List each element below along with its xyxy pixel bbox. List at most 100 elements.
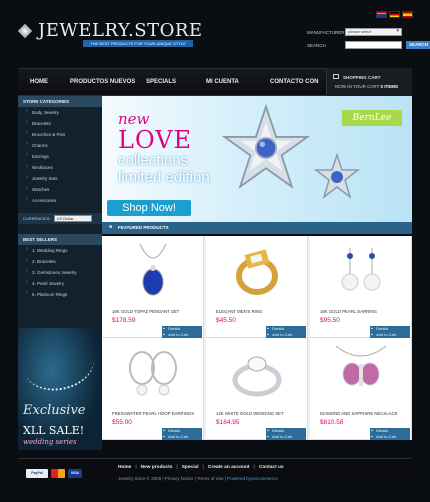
category-item[interactable]: Bracelets (18, 118, 102, 129)
add-to-cart-button[interactable]: Add to Cart (266, 434, 306, 440)
product-card[interactable]: 18K GOLD TOPAZ PENDANT SET $178.59 Detai… (102, 236, 204, 338)
product-name[interactable]: 14K WHITE GOLD WEDDING SET (216, 411, 284, 416)
product-name[interactable]: 18K GOLD TOPAZ PENDANT SET (112, 309, 179, 314)
promo-sub: wedding series (23, 438, 77, 446)
pendant-image (139, 243, 167, 296)
english-flag-icon[interactable] (376, 11, 387, 18)
add-to-cart-button[interactable]: Add to Cart (162, 434, 202, 440)
category-item[interactable]: Charms (18, 140, 102, 151)
mastercard-icon (51, 469, 65, 478)
search-button[interactable]: SEARCH (406, 41, 430, 49)
brand-logo: BernLee (342, 110, 402, 126)
language-flags (376, 11, 413, 18)
add-to-cart-button[interactable]: Add to Cart (370, 434, 410, 440)
nav-specials[interactable]: SPECIALS (146, 79, 176, 85)
hero-banner[interactable]: new LOVE collections limited edition Sho… (102, 96, 412, 222)
product-price: $810.58 (320, 419, 344, 426)
product-card[interactable]: 18K GOLD PEARL EARRING $95.50 Details Ad… (310, 236, 412, 338)
banner-collections: collections (118, 152, 189, 169)
bestseller-item[interactable]: 5. Platinum Rings (18, 289, 102, 300)
bestsellers-title: BEST SELLERS (18, 234, 102, 245)
product-price: $184.95 (216, 419, 240, 426)
left-sidebar: STORE CATEGORIES Body Jewelry Bracelets … (18, 96, 102, 450)
search-input[interactable] (345, 41, 402, 49)
logo-text: JEWELRY.STORE (38, 20, 203, 41)
wedding-set-image (232, 356, 282, 397)
category-item[interactable]: Accessories (18, 195, 102, 206)
nav-new-products[interactable]: PRODUCTOS NUEVOS (70, 79, 135, 85)
product-name[interactable]: 18K GOLD PEARL EARRING (320, 309, 377, 314)
category-item[interactable]: Body Jewelry (18, 107, 102, 118)
search-label: SEARCH (307, 42, 326, 48)
butterfly-necklace-image (335, 345, 387, 386)
product-name[interactable]: FRESHWATER PEARL HOOP EARRINGS (112, 411, 194, 416)
paypal-icon: PayPal (26, 469, 48, 478)
pearl-earring-image (341, 248, 381, 291)
product-price: $55.00 (112, 419, 132, 426)
category-item[interactable]: Necklaces (18, 162, 102, 173)
shopping-cart[interactable]: SHOPPING CART NOW IN YOUR CART 0 ITEMS (326, 68, 412, 96)
currencies-row: CURRENCIES: US Dollar (18, 213, 102, 224)
search-row: SEARCH SEARCH (307, 41, 430, 49)
nav-account[interactable]: MI CUENTA (206, 79, 239, 85)
categories-title: STORE CATEGORIES (18, 96, 102, 107)
hoop-earrings-image (129, 351, 177, 396)
footer-link-create-account[interactable]: Create an account (208, 465, 250, 470)
footer-link-special[interactable]: Special (182, 465, 199, 470)
logo[interactable]: JEWELRY.STORE (17, 20, 203, 41)
visa-icon: VISA (68, 469, 82, 478)
category-item[interactable]: Earrings (18, 151, 102, 162)
powered-by-link[interactable]: Powered byosCommerce (227, 476, 278, 481)
star-ring-image (221, 103, 311, 190)
exclusive-promo-banner[interactable]: Exclusive XLL SALE! wedding series (18, 328, 102, 450)
product-card[interactable]: DIAMOND AND SAPPHIRE NECKLACE $810.58 De… (310, 338, 412, 440)
cart-count: 0 ITEMS (380, 84, 399, 89)
payment-icons: PayPal VISA (26, 469, 82, 478)
currency-select[interactable]: US Dollar (53, 215, 92, 222)
banner-love: LOVE (118, 126, 193, 154)
earring-image (313, 152, 361, 200)
necklace-image (19, 333, 99, 397)
product-card[interactable]: 14K WHITE GOLD WEDDING SET $184.95 Detai… (206, 338, 308, 440)
ring-image (236, 249, 278, 295)
category-item[interactable]: Watches (18, 184, 102, 195)
footer-link-contact[interactable]: Contact us (259, 465, 284, 470)
cart-icon (333, 74, 339, 79)
footer-link-new-products[interactable]: New products (141, 465, 173, 470)
slogan: THE BEST PRODUCTS FOR YOUR UNIQUE STYLE (83, 40, 193, 47)
category-item[interactable]: Jewelry Sets (18, 173, 102, 184)
bestseller-item[interactable]: 3. Gemstones Jewelry (18, 267, 102, 278)
category-item[interactable]: Brooches & Pins (18, 129, 102, 140)
spanish-flag-icon[interactable] (402, 11, 413, 18)
featured-products-grid: 18K GOLD TOPAZ PENDANT SET $178.59 Detai… (102, 236, 412, 440)
diamond-icon (17, 23, 33, 38)
shop-now-button[interactable]: Shop Now! (107, 200, 191, 216)
nav-home[interactable]: HOME (30, 79, 48, 85)
product-card[interactable]: FRESHWATER PEARL HOOP EARRINGS $55.00 De… (102, 338, 204, 440)
german-flag-icon[interactable] (389, 11, 400, 18)
featured-products-title: FEATURED PRODUCTS (102, 222, 412, 234)
product-name[interactable]: DIAMOND AND SAPPHIRE NECKLACE (320, 411, 398, 416)
banner-limited: limited edition (118, 169, 210, 186)
promo-sale: XLL SALE! (23, 424, 85, 437)
copyright: Jewelry Store © 2009 | Privacy Notice | … (118, 476, 278, 481)
bestsellers: BEST SELLERS 1. Wedding Rings 2. Bracele… (18, 234, 102, 300)
footer-links: Home | New products | Special | Create a… (118, 465, 284, 470)
header: JEWELRY.STORE THE BEST PRODUCTS FOR YOUR… (0, 0, 430, 60)
bestseller-item[interactable]: 4. Pearl Jewelry (18, 278, 102, 289)
product-name[interactable]: ELEGANT MEN'S RING (216, 309, 262, 314)
manufacturers-label: MANUFACTURERS: (307, 29, 349, 35)
manufacturers-select[interactable]: please select (345, 28, 402, 36)
product-card[interactable]: ELEGANT MEN'S RING $45.50 Details Add to… (206, 236, 308, 338)
cart-summary: NOW IN YOUR CART 0 ITEMS (335, 84, 399, 89)
manufacturers-row: MANUFACTURERS: please select (307, 28, 402, 36)
currencies-label: CURRENCIES: (23, 216, 51, 221)
footer-link-home[interactable]: Home (118, 465, 131, 470)
nav-contact[interactable]: CONTACTO CON (270, 79, 318, 85)
bestseller-item[interactable]: 2. Bracelets (18, 256, 102, 267)
product-price: $178.59 (112, 317, 136, 324)
cart-title: SHOPPING CART (343, 75, 381, 80)
bestseller-item[interactable]: 1. Wedding Rings (18, 245, 102, 256)
product-price: $95.50 (320, 317, 340, 324)
product-price: $45.50 (216, 317, 236, 324)
